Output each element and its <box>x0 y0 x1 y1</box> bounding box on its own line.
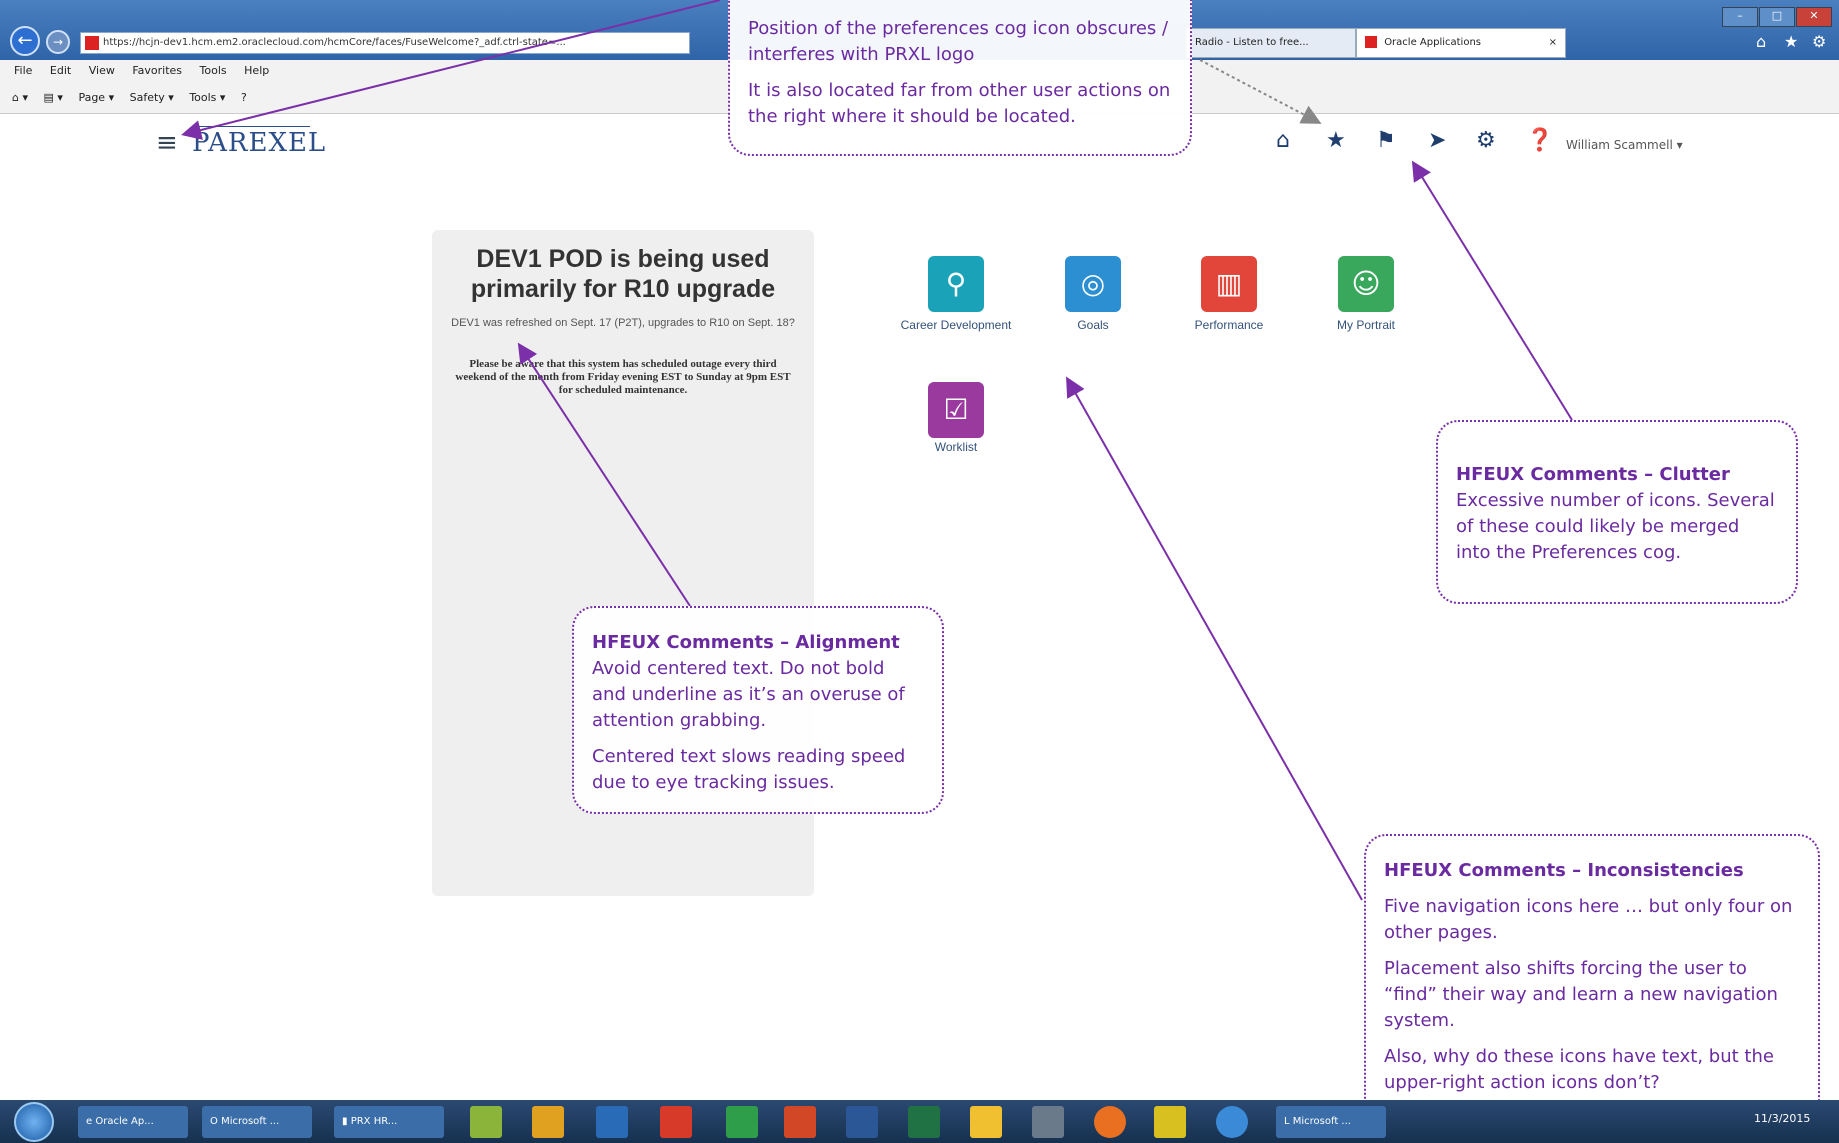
lync-icon: L <box>1284 1116 1293 1127</box>
utility-icon[interactable] <box>1154 1106 1186 1138</box>
callout-inconsistencies-p1: Five navigation icons here … but only fo… <box>1384 896 1793 943</box>
callout-cog-line1: Position of the preferences cog icon obs… <box>748 18 1169 65</box>
app-icon[interactable] <box>1032 1106 1064 1138</box>
excel-icon[interactable] <box>908 1106 940 1138</box>
camtasia-icon[interactable] <box>726 1106 758 1138</box>
callout-clutter-heading: HFEUX Comments – Clutter <box>1456 464 1730 485</box>
callout-inconsistencies-p2: Placement also shifts forcing the user t… <box>1384 958 1778 1031</box>
taskbar-label: Microsoft ... <box>1292 1116 1351 1127</box>
internet-explorer-icon: e <box>86 1116 96 1127</box>
callout-cog-position: Position of the preferences cog icon obs… <box>728 0 1192 156</box>
chrome-icon[interactable] <box>1216 1106 1248 1138</box>
arrow-cog-to-logo <box>181 0 721 140</box>
system-clock: 11/3/2015 <box>1754 1112 1811 1125</box>
callout-inconsistencies-p3: Also, why do these icons have text, but … <box>1384 1046 1774 1093</box>
photoshop-icon[interactable] <box>596 1106 628 1138</box>
illustrator-icon[interactable] <box>532 1106 564 1138</box>
callout-alignment: HFEUX Comments – Alignment Avoid centere… <box>572 606 944 814</box>
taskbar-label: PRX HR... <box>350 1116 398 1127</box>
explorer-icon[interactable] <box>970 1106 1002 1138</box>
arrow-alignment <box>517 342 691 607</box>
callout-cog-line2: It is also located far from other user a… <box>748 80 1171 127</box>
taskbar-label: Oracle Ap... <box>95 1116 154 1127</box>
callout-alignment-body: Avoid centered text. Do not bold and und… <box>592 658 905 731</box>
taskbar-outlook[interactable]: O Microsoft ... <box>202 1106 312 1138</box>
callout-alignment-heading: HFEUX Comments – Alignment <box>592 632 900 653</box>
word-icon[interactable] <box>846 1106 878 1138</box>
folder-icon: ▮ <box>342 1116 351 1127</box>
acrobat-icon[interactable] <box>660 1106 692 1138</box>
callout-alignment-body2: Centered text slows reading speed due to… <box>592 746 906 793</box>
start-button[interactable] <box>14 1102 54 1142</box>
taskbar-label: Microsoft ... <box>221 1116 280 1127</box>
firefox-icon[interactable] <box>1094 1106 1126 1138</box>
arrow-clutter <box>1411 160 1573 421</box>
powerpoint-icon[interactable] <box>784 1106 816 1138</box>
callout-clutter-body: Excessive number of icons. Several of th… <box>1456 490 1775 563</box>
taskbar-folder[interactable]: ▮ PRX HR... <box>334 1106 444 1138</box>
taskbar-ie[interactable]: e Oracle Ap... <box>78 1106 188 1138</box>
callout-inconsistencies: HFEUX Comments – Inconsistencies Five na… <box>1364 834 1820 1128</box>
arrow-inconsistencies <box>1066 376 1363 901</box>
outlook-icon: O <box>210 1116 222 1127</box>
callout-clutter: HFEUX Comments – Clutter Excessive numbe… <box>1436 420 1798 604</box>
arrow-cog-to-icons <box>1199 59 1322 124</box>
fireworks-icon[interactable] <box>470 1106 502 1138</box>
callout-inconsistencies-heading: HFEUX Comments – Inconsistencies <box>1384 860 1744 881</box>
taskbar-lync[interactable]: L Microsoft ... <box>1276 1106 1386 1138</box>
